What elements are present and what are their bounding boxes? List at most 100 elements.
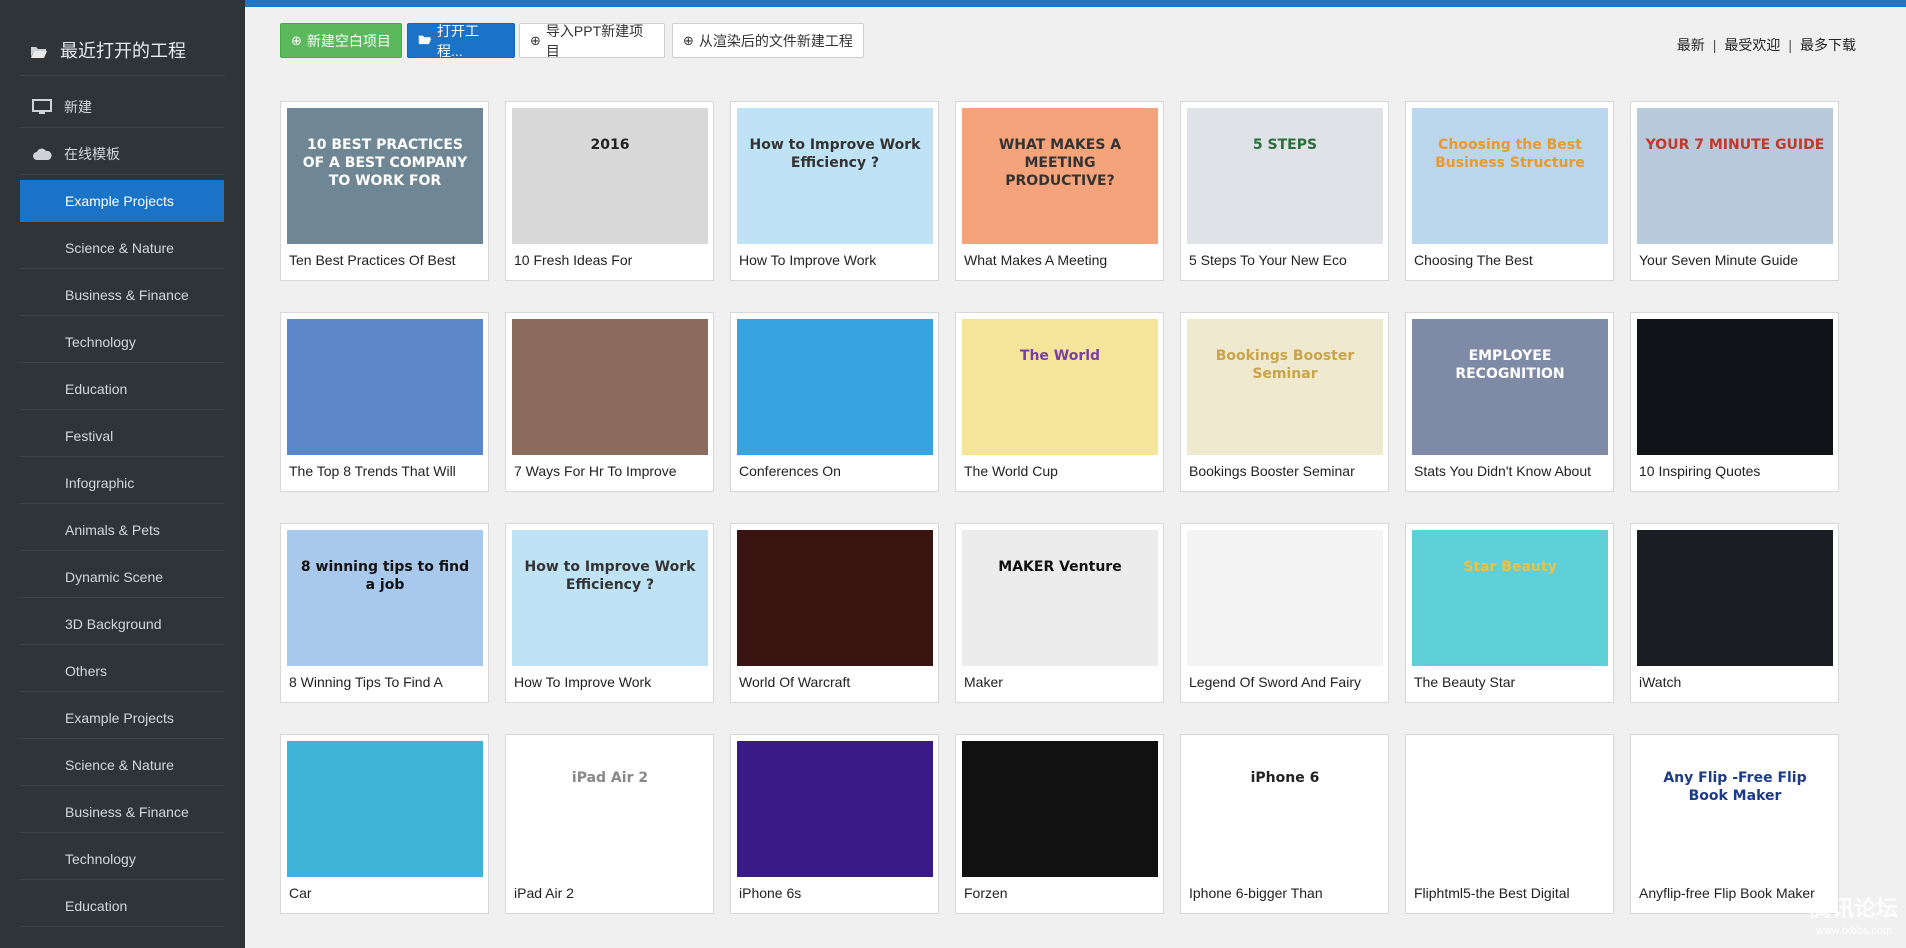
sidebar-item-others[interactable]: Others (20, 650, 224, 692)
template-card[interactable]: Conferences On (730, 312, 939, 492)
template-card[interactable]: MAKER Venture Maker (955, 523, 1164, 703)
template-card[interactable]: Forzen (955, 734, 1164, 914)
template-title: Choosing The Best (1414, 252, 1533, 268)
template-thumbnail (1637, 530, 1833, 666)
template-title: Ten Best Practices Of Best (289, 252, 456, 268)
sidebar-item-label: 3D Background (65, 615, 162, 632)
thumbnail-text: Choosing the Best Business Structure (1435, 137, 1585, 171)
template-card[interactable]: iPhone 6 Iphone 6-bigger Than (1180, 734, 1389, 914)
template-card[interactable]: Fliphtml5-the Best Digital (1405, 734, 1614, 914)
new-from-rendered-button[interactable]: ⊕ 从渲染后的文件新建工程 (672, 23, 864, 58)
sidebar-item-label: Example Projects (65, 193, 174, 209)
template-card[interactable]: 8 winning tips to find a job 8 Winning Ti… (280, 523, 489, 703)
sidebar-item-education[interactable]: Education (20, 885, 224, 927)
template-title: iWatch (1639, 674, 1682, 690)
sidebar-item-education[interactable]: Education (20, 368, 224, 410)
thumbnail-text: How to Improve Work Efficiency ? (524, 559, 696, 593)
thumbnail-text: iPad Air 2 (571, 770, 649, 786)
sidebar-item-festival[interactable]: Festival (20, 415, 224, 457)
sidebar-item-example-projects[interactable]: Example Projects (20, 180, 224, 222)
sidebar-item-dynamic-scene[interactable]: Dynamic Scene (20, 556, 224, 598)
thumbnail-text: Star Beauty (1463, 559, 1557, 575)
sidebar-item-science-nature[interactable]: Science & Nature (20, 227, 224, 269)
template-thumbnail: WHAT MAKES A MEETING PRODUCTIVE? (962, 108, 1158, 244)
template-title: 8 Winning Tips To Find A (289, 674, 443, 690)
template-card[interactable]: 10 Inspiring Quotes (1630, 312, 1839, 492)
watermark-url: www.txbbs.com (1815, 925, 1893, 937)
sidebar-item-science-nature[interactable]: Science & Nature (20, 744, 224, 786)
open-project-button[interactable]: 打开工程... (407, 23, 515, 59)
recent-projects-header[interactable]: 最近打开的工程 (30, 37, 186, 63)
template-thumbnail (737, 741, 933, 877)
template-thumbnail: How to Improve Work Efficiency ? (512, 530, 708, 666)
cloud-icon (32, 146, 52, 162)
template-card[interactable]: Bookings Booster Seminar Bookings Booster… (1180, 312, 1389, 492)
sort-latest-link[interactable]: 最新 (1677, 35, 1705, 55)
template-card[interactable]: The Top 8 Trends That Will (280, 312, 489, 492)
sidebar-divider (20, 75, 225, 76)
sidebar-item-example-projects[interactable]: Example Projects (20, 697, 224, 739)
template-card[interactable]: 2016 10 Fresh Ideas For (505, 101, 714, 281)
template-card[interactable]: How to Improve Work Efficiency ? How To I… (505, 523, 714, 703)
template-title: 5 Steps To Your New Eco (1189, 252, 1347, 268)
template-thumbnail: The World (962, 319, 1158, 455)
template-title: Legend Of Sword And Fairy (1189, 674, 1361, 690)
template-thumbnail (737, 530, 933, 666)
template-title: Forzen (964, 885, 1008, 901)
watermark-text: 腾讯论坛 (1809, 896, 1898, 921)
template-thumbnail: iPad Air 2 (512, 741, 708, 877)
template-thumbnail: Bookings Booster Seminar (1187, 319, 1383, 455)
sidebar-item-business-finance[interactable]: Business & Finance (20, 791, 224, 833)
template-card[interactable]: Any Flip -Free Flip Book Maker Anyflip-fr… (1630, 734, 1839, 914)
template-title: The Top 8 Trends That Will (289, 463, 456, 479)
sidebar-item-3d-background[interactable]: 3D Background (20, 603, 224, 645)
new-blank-project-button[interactable]: ⊕ 新建空白项目 (280, 23, 402, 58)
template-card[interactable]: Car (280, 734, 489, 914)
template-card[interactable]: 5 STEPS 5 Steps To Your New Eco (1180, 101, 1389, 281)
sort-popular-link[interactable]: 最受欢迎 (1724, 35, 1780, 55)
template-card[interactable]: World Of Warcraft (730, 523, 939, 703)
template-thumbnail: EMPLOYEE RECOGNITION (1412, 319, 1608, 455)
template-card[interactable]: Choosing the Best Business Structure Choo… (1405, 101, 1614, 281)
sidebar-item-technology[interactable]: Technology (20, 838, 224, 880)
sidebar-item-label: Technology (65, 850, 136, 867)
sidebar-item-business-finance[interactable]: Business & Finance (20, 274, 224, 316)
template-title: Iphone 6-bigger Than (1189, 885, 1323, 901)
template-card[interactable]: iWatch (1630, 523, 1839, 703)
template-card[interactable]: EMPLOYEE RECOGNITION Stats You Didn't Kno… (1405, 312, 1614, 492)
import-ppt-button[interactable]: ⊕ 导入PPT新建项目 (519, 23, 665, 59)
template-card[interactable]: Star Beauty The Beauty Star (1405, 523, 1614, 703)
template-card[interactable]: 10 BEST PRACTICES OF A BEST COMPANY TO W… (280, 101, 489, 281)
template-thumbnail (512, 319, 708, 455)
template-thumbnail (737, 319, 933, 455)
sort-downloads-link[interactable]: 最多下载 (1800, 35, 1856, 55)
sidebar-item-label: Science & Nature (65, 756, 174, 773)
sidebar-item-technology[interactable]: Technology (20, 321, 224, 363)
sidebar-item-new[interactable]: 新建 (20, 86, 224, 128)
template-title: The World Cup (964, 463, 1058, 479)
template-title: Car (289, 885, 312, 901)
template-card[interactable]: Legend Of Sword And Fairy (1180, 523, 1389, 703)
template-thumbnail: How to Improve Work Efficiency ? (737, 108, 933, 244)
sidebar-item-label: Infographic (65, 474, 135, 491)
sidebar-item-label: Dynamic Scene (65, 568, 164, 585)
template-thumbnail: 8 winning tips to find a job (287, 530, 483, 666)
sidebar-item-online-templates[interactable]: 在线模板 (20, 133, 224, 175)
template-thumbnail: 10 BEST PRACTICES OF A BEST COMPANY TO W… (287, 108, 483, 244)
sidebar-item-label: Business & Finance (65, 286, 189, 303)
template-card[interactable]: How to Improve Work Efficiency ? How To I… (730, 101, 939, 281)
template-title: Anyflip-free Flip Book Maker (1639, 885, 1815, 901)
template-title: What Makes A Meeting (964, 252, 1108, 268)
template-card[interactable]: iPad Air 2 iPad Air 2 (505, 734, 714, 914)
template-card[interactable]: The World The World Cup (955, 312, 1164, 492)
sidebar-item-animals-pets[interactable]: Animals & Pets (20, 509, 224, 551)
template-card[interactable]: 7 Ways For Hr To Improve (505, 312, 714, 492)
sidebar-item-label: 在线模板 (64, 145, 120, 162)
template-card[interactable]: iPhone 6s (730, 734, 939, 914)
template-thumbnail: Choosing the Best Business Structure (1412, 108, 1608, 244)
template-thumbnail (1187, 530, 1383, 666)
sidebar-item-infographic[interactable]: Infographic (20, 462, 224, 504)
template-thumbnail: 2016 (512, 108, 708, 244)
template-card[interactable]: YOUR 7 MINUTE GUIDE Your Seven Minute Gui… (1630, 101, 1839, 281)
template-card[interactable]: WHAT MAKES A MEETING PRODUCTIVE? What Mak… (955, 101, 1164, 281)
